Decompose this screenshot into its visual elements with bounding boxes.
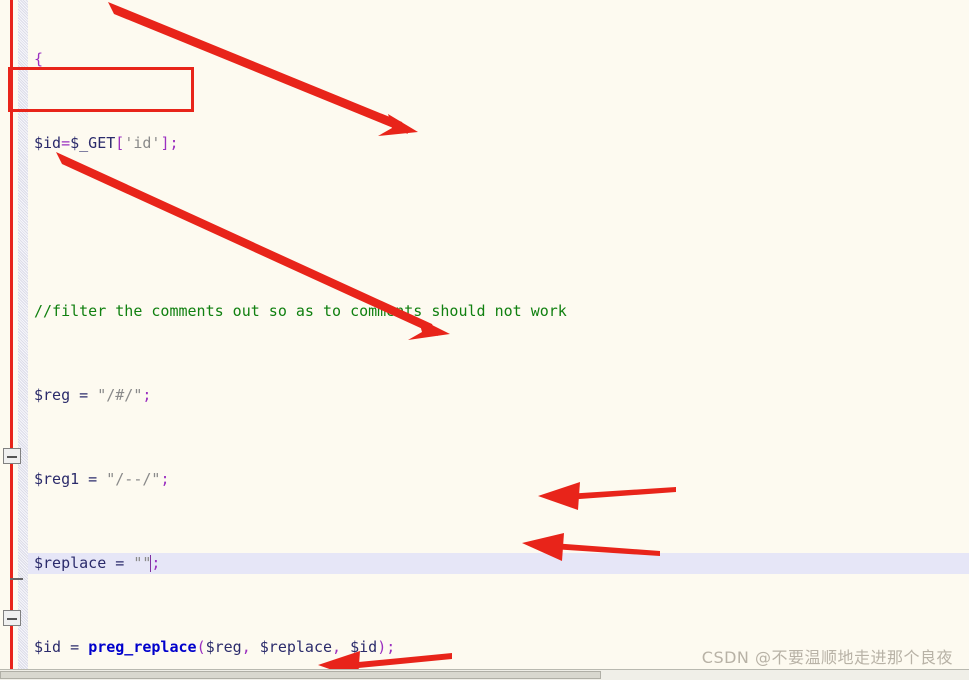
code-line: $reg1 = "/--/";	[34, 470, 170, 488]
fold-tick-marker	[10, 578, 23, 580]
fold-toggle-else-block[interactable]	[3, 610, 21, 626]
horizontal-scrollbar-thumb[interactable]	[0, 671, 601, 679]
code-line: //filter the comments out so as to comme…	[34, 302, 567, 320]
code-line-current: $replace = "";	[28, 553, 969, 574]
code-editor-screenshot: { $id=$_GET['id']; //filter the comments…	[0, 0, 969, 680]
code-line: $reg = "/#/";	[34, 386, 152, 404]
fold-toggle-if-block[interactable]	[3, 448, 21, 464]
code-line: $id=$_GET['id'];	[34, 134, 179, 152]
horizontal-scrollbar[interactable]	[0, 669, 969, 680]
csdn-watermark: CSDN @不要温顺地走进那个良夜	[701, 648, 953, 667]
annotation-red-rectangle-regex-vars	[8, 67, 194, 112]
